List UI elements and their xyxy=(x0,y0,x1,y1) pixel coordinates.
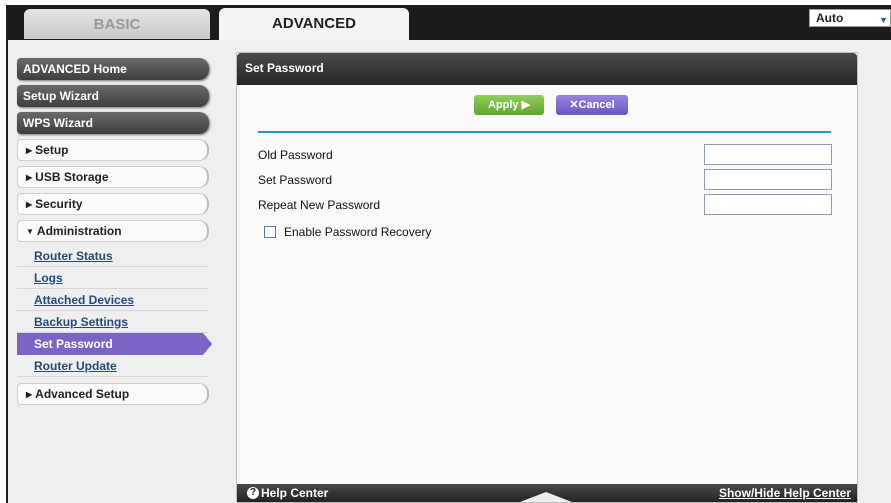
help-center-link[interactable]: Help Center xyxy=(261,484,328,502)
right-gutter xyxy=(873,40,891,503)
repeat-password-field[interactable] xyxy=(704,194,832,215)
tab-basic[interactable]: BASIC xyxy=(24,9,210,39)
triangle-right-icon: ▶ xyxy=(26,390,33,399)
language-selected: Auto xyxy=(816,11,844,25)
set-password-label: Set Password xyxy=(258,173,333,187)
page-title: Set Password xyxy=(237,53,857,85)
chevron-down-icon: ▼ xyxy=(879,15,888,25)
sidebar-section-advanced-setup[interactable]: ▶ Advanced Setup xyxy=(17,383,209,405)
sidebar-section-administration[interactable]: ▼ Administration xyxy=(17,220,209,242)
cancel-button[interactable]: ✕Cancel xyxy=(556,95,628,115)
set-password-field[interactable] xyxy=(704,169,832,190)
triangle-right-icon: ▶ xyxy=(26,146,33,155)
sidebar-item-advanced-home[interactable]: ADVANCED Home xyxy=(17,58,209,80)
triangle-down-icon: ▼ xyxy=(26,227,34,236)
old-password-label: Old Password xyxy=(258,148,333,162)
tab-advanced[interactable]: ADVANCED xyxy=(219,8,409,40)
administration-submenu: Router Status Logs Attached Devices Back… xyxy=(17,245,212,377)
triangle-right-icon: ▶ xyxy=(26,200,33,209)
section-label: Advanced Setup xyxy=(35,387,130,401)
triangle-right-icon: ▶ xyxy=(26,173,33,182)
set-password-row: Set Password xyxy=(258,169,832,191)
apply-button[interactable]: Apply ▶ xyxy=(474,95,544,115)
section-label: Administration xyxy=(36,224,122,238)
section-label: Security xyxy=(35,197,83,211)
section-label: Setup xyxy=(35,143,69,157)
sidebar-item-router-update[interactable]: Router Update xyxy=(17,355,209,377)
sidebar-item-set-password[interactable]: Set Password xyxy=(17,333,212,355)
sidebar-section-setup[interactable]: ▶ Setup xyxy=(17,139,209,161)
sidebar-item-router-status[interactable]: Router Status xyxy=(17,245,209,267)
old-password-field[interactable] xyxy=(704,144,832,165)
sidebar-item-logs[interactable]: Logs xyxy=(17,267,209,289)
show-hide-help-link[interactable]: Show/Hide Help Center xyxy=(719,484,851,502)
arrow-up-icon[interactable] xyxy=(520,492,572,502)
divider xyxy=(258,131,831,133)
sidebar-item-attached-devices[interactable]: Attached Devices xyxy=(17,289,209,311)
sidebar: ADVANCED Home Setup Wizard WPS Wizard ▶ S… xyxy=(17,58,212,410)
repeat-password-label: Repeat New Password xyxy=(258,198,381,212)
sidebar-item-backup-settings[interactable]: Backup Settings xyxy=(17,311,209,333)
password-recovery-checkbox[interactable] xyxy=(264,226,276,238)
sidebar-section-usb-storage[interactable]: ▶ USB Storage xyxy=(17,166,209,188)
language-select[interactable]: Auto ▼ xyxy=(809,9,891,27)
old-password-row: Old Password xyxy=(258,144,832,166)
sidebar-item-wps-wizard[interactable]: WPS Wizard xyxy=(17,112,209,134)
help-footer: ? Help Center Show/Hide Help Center xyxy=(237,484,857,502)
sidebar-item-setup-wizard[interactable]: Setup Wizard xyxy=(17,85,209,107)
repeat-password-row: Repeat New Password xyxy=(258,194,832,216)
help-icon[interactable]: ? xyxy=(247,487,259,499)
sidebar-section-security[interactable]: ▶ Security xyxy=(17,193,209,215)
set-password-panel: Set Password Apply ▶ ✕Cancel Old Passwor… xyxy=(236,52,858,503)
password-recovery-label: Enable Password Recovery xyxy=(284,225,432,239)
section-label: USB Storage xyxy=(35,170,109,184)
